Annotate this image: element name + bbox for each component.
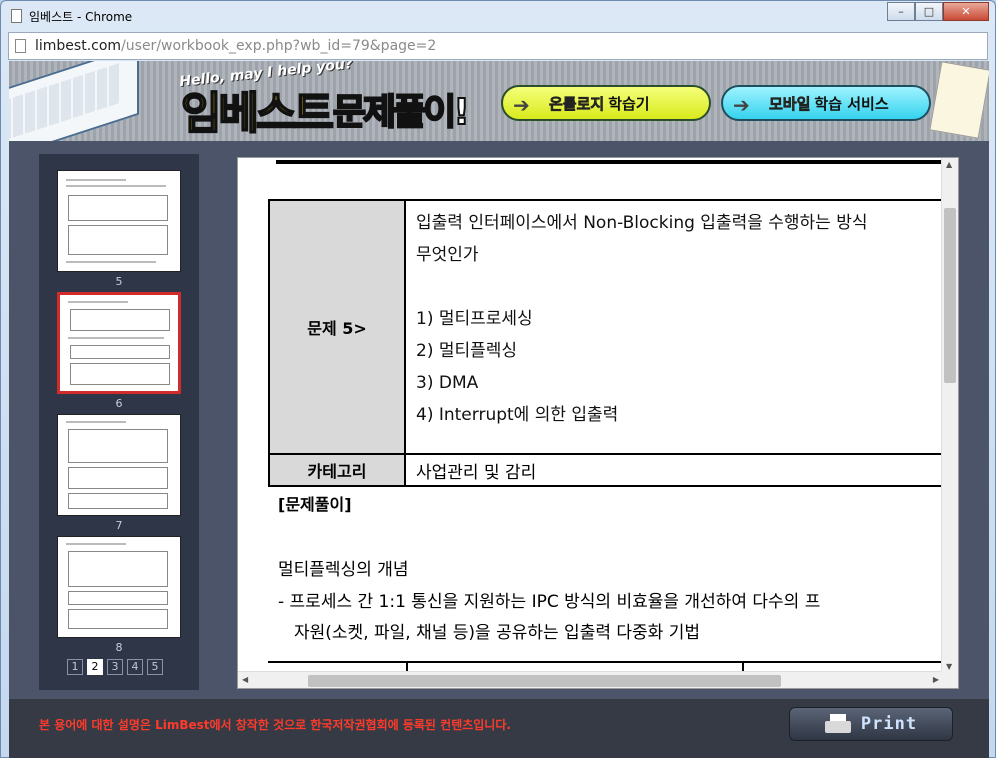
thumbnail-number: 8 [115,641,123,654]
window-title: 임베스트 - Chrome [29,10,133,24]
maximize-button[interactable]: □ [915,2,943,21]
vertical-scroll-thumb[interactable] [944,208,956,383]
page-icon [11,9,22,23]
solution-paragraph: - 프로세스 간 1:1 통신을 지원하는 IPC 방식의 비효율을 개선하여 … [278,587,943,649]
thumbnail-page-6[interactable] [57,292,181,394]
page-link-1[interactable]: 1 [67,659,83,675]
url-text[interactable]: limbest.com/user/workbook_exp.php?wb_id=… [35,38,436,54]
category-label: 카테고리 [268,453,406,487]
page-link-4[interactable]: 4 [127,659,143,675]
page-icon [15,39,26,53]
document-page: 문제 5> 입출력 인터페이스에서 Non-Blocking 입출력을 수행하는… [238,158,943,673]
ontology-label-highlight: 온톨로지 [549,94,605,113]
thumbnail-number: 5 [115,275,123,288]
thumbnail-page-8[interactable] [57,536,181,638]
address-bar[interactable]: limbest.com/user/workbook_exp.php?wb_id=… [8,32,988,60]
horizontal-scroll-thumb[interactable] [308,675,781,687]
thumbnail-sidebar: 5 6 7 8 1 2 3 4 5 [39,154,199,690]
page-link-2[interactable]: 2 [87,659,103,675]
arrow-right-icon: ➔ [733,93,750,117]
print-label: Print [860,714,918,734]
page-link-5[interactable]: 5 [147,659,163,675]
page-pagination: 1 2 3 4 5 [67,659,163,675]
horizontal-scrollbar[interactable]: ◀ ▶ [238,671,943,688]
solution-line: - 프로세스 간 1:1 통신을 지원하는 IPC 방식의 비효율을 개선하여 … [278,592,821,612]
solution-heading: [문제풀이] [278,495,352,514]
footer-bar: 본 용어에 대한 설명은 LimBest에서 창작한 것으로 한국저작권협회에 … [9,699,989,758]
site-logo[interactable]: 임베스트 문제풀이! [180,81,471,140]
header-banner: Hello, may I help you? 임베스트 문제풀이! ➔ 온톨로지… [9,61,989,141]
title-bar[interactable]: 임베스트 - Chrome – □ ✕ [1,1,995,31]
url-host: limbest.com [35,38,122,54]
keyboard-illustration [9,61,139,141]
top-rule [276,160,943,164]
document-viewer[interactable]: 문제 5> 입출력 인터페이스에서 Non-Blocking 입출력을 수행하는… [237,157,959,689]
ontology-learning-button[interactable]: ➔ 온톨로지 학습기 [501,85,711,121]
window-controls: – □ ✕ [887,2,989,21]
copyright-notice: 본 용어에 대한 설명은 LimBest에서 창작한 것으로 한국저작권협회에 … [39,718,511,732]
ontology-label: 학습기 [608,94,650,113]
mobile-service-button[interactable]: ➔ 모바일 학습 서비스 [721,85,931,121]
solution-line: 자원(소켓, 파일, 채널 등)을 공유하는 입출력 다중화 기법 [294,623,700,643]
print-button[interactable]: Print [789,707,953,741]
category-value: 사업관리 및 감리 [404,453,943,487]
question-text-line: 무엇인가 [416,245,479,265]
notepad-illustration [929,61,989,139]
answer-option-4: 4) Interrupt에 의한 입출력 [416,405,619,425]
vertical-scrollbar[interactable]: ▲ ▼ [941,158,958,673]
arrow-right-icon: ➔ [513,93,530,117]
thumbnail-number: 7 [115,519,123,532]
close-button[interactable]: ✕ [943,2,989,21]
mobile-label: 학습 서비스 [814,94,889,113]
question-label: 문제 5> [268,199,406,455]
question-table: 문제 5> 입출력 인터페이스에서 Non-Blocking 입출력을 수행하는… [268,199,943,487]
thumbnail-number: 6 [115,397,123,410]
page-content: Hello, may I help you? 임베스트 문제풀이! ➔ 온톨로지… [9,61,989,758]
scroll-up-icon[interactable]: ▲ [946,160,952,169]
answer-option-2: 2) 멀티플렉싱 [416,341,518,361]
bottom-rule [268,661,943,663]
page-link-3[interactable]: 3 [107,659,123,675]
scrollbar-corner [941,671,958,688]
thumbnail-page-5[interactable] [57,170,181,272]
logo-text-brand: 임베스트 [180,87,335,140]
mobile-label-highlight: 모바일 [769,94,811,113]
scroll-right-icon[interactable]: ▶ [933,675,939,684]
question-body: 입출력 인터페이스에서 Non-Blocking 입출력을 수행하는 방식 무엇… [404,199,943,455]
scroll-down-icon[interactable]: ▼ [946,662,952,671]
thumbnail-page-7[interactable] [57,414,181,516]
browser-window: 임베스트 - Chrome – □ ✕ limbest.com/user/wor… [0,0,996,758]
answer-option-1: 1) 멀티프로세싱 [416,309,533,329]
minimize-button[interactable]: – [887,2,915,21]
printer-icon [824,714,851,734]
solution-title: 멀티플렉싱의 개념 [278,560,409,580]
logo-text-sub: 문제풀이! [332,91,471,134]
answer-option-3: 3) DMA [416,373,479,393]
url-path: /user/workbook_exp.php?wb_id=79&page=2 [121,38,437,54]
question-text-line: 입출력 인터페이스에서 Non-Blocking 입출력을 수행하는 방식 [416,213,868,233]
scroll-left-icon[interactable]: ◀ [242,675,248,684]
